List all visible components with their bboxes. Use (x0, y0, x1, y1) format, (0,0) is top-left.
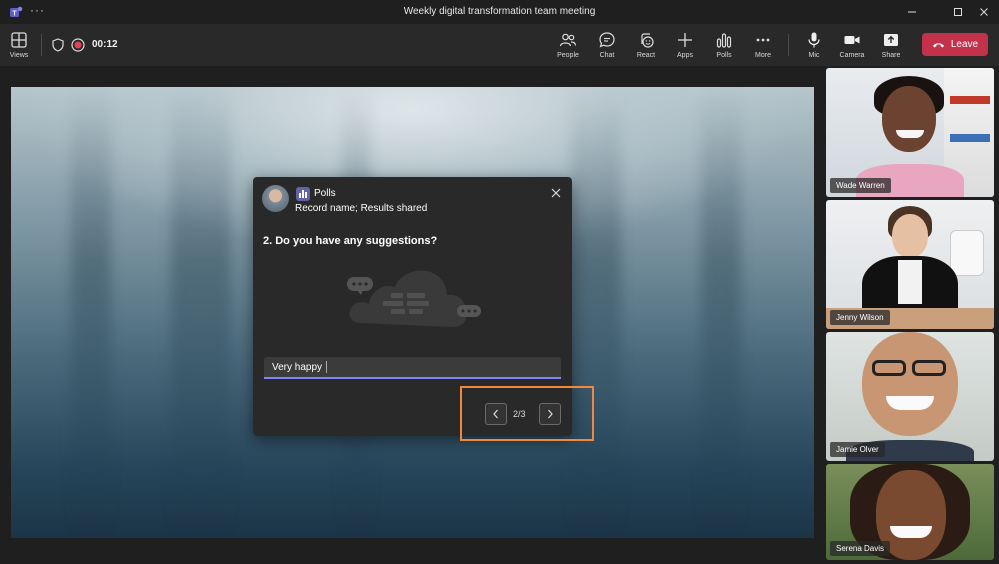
hang-up-icon (932, 42, 944, 47)
views-label: Views (9, 52, 29, 59)
more-icon (756, 38, 770, 42)
mic-label: Mic (808, 52, 820, 59)
participant-name: Jenny Wilson (830, 310, 890, 325)
toolbar-divider (788, 34, 789, 56)
poll-subtitle: Record name; Results shared (295, 203, 428, 214)
participant-tile[interactable]: Jenny Wilson (826, 200, 994, 329)
participant-smile (886, 396, 934, 410)
poll-author-avatar (262, 185, 289, 212)
plus-icon (678, 33, 692, 47)
polls-app-icon (296, 187, 310, 201)
share-label: Share (881, 52, 901, 59)
bookshelf-books (950, 134, 990, 142)
leave-button[interactable]: Leave (922, 33, 988, 56)
microphone-icon (808, 32, 820, 48)
poll-question: 2. Do you have any suggestions? (263, 235, 438, 247)
participant-face (882, 86, 936, 152)
participant-tile[interactable]: Serena Davis (826, 464, 994, 560)
participant-smile (890, 526, 932, 538)
react-label: React (636, 52, 656, 59)
chat-button[interactable]: Chat (589, 28, 625, 62)
close-icon[interactable] (550, 187, 562, 199)
participant-face (862, 332, 958, 436)
people-icon (559, 33, 577, 47)
polls-button[interactable]: Polls (706, 28, 742, 62)
poll-app-name: Polls (314, 188, 336, 199)
polls-label: Polls (716, 52, 732, 59)
chat-label: Chat (599, 52, 615, 59)
text-caret (326, 361, 327, 373)
glasses-icon (912, 360, 946, 376)
meeting-timer: 00:12 (92, 39, 118, 50)
leave-label: Leave (950, 39, 979, 50)
mic-button[interactable]: Mic (796, 28, 832, 62)
chat-icon (599, 32, 615, 48)
window-title: Weekly digital transformation team meeti… (403, 6, 596, 17)
participant-tile[interactable]: Jamie Olver (826, 332, 994, 461)
react-button[interactable]: React (628, 28, 664, 62)
minimize-icon[interactable] (897, 3, 927, 21)
camera-button[interactable]: Camera (834, 28, 870, 62)
suggestion-cloud-illustration (347, 270, 481, 327)
recording-icon (71, 38, 85, 52)
chair-background (950, 230, 984, 276)
apps-label: Apps (677, 52, 693, 59)
meeting-toolbar: Views 00:12 People Chat React Apps Polls… (0, 24, 999, 66)
background-texture (71, 87, 111, 538)
react-icon (641, 33, 654, 48)
pagination-highlight-box (460, 386, 594, 441)
shield-icon[interactable] (51, 38, 65, 52)
participant-shirt (898, 260, 922, 304)
background-texture (571, 87, 621, 538)
background-texture (171, 87, 231, 538)
toolbar-divider (41, 34, 42, 56)
people-button[interactable]: People (550, 28, 586, 62)
participant-tile[interactable]: Wade Warren (826, 68, 994, 197)
glasses-icon (872, 360, 906, 376)
grid-icon (11, 32, 27, 48)
participant-name: Serena Davis (830, 541, 891, 556)
more-label: More (755, 52, 771, 59)
participant-name: Wade Warren (830, 178, 891, 193)
answer-input[interactable]: Very happy (264, 357, 561, 379)
camera-icon (844, 36, 860, 44)
title-bar: T ··· Weekly digital transformation team… (0, 0, 999, 24)
share-icon (884, 34, 898, 46)
participant-smile (896, 130, 924, 138)
background-texture (701, 87, 741, 538)
answer-input-value: Very happy (272, 362, 323, 373)
people-label: People (557, 52, 579, 59)
apps-button[interactable]: Apps (667, 28, 703, 62)
views-button[interactable]: Views (1, 28, 37, 62)
share-button[interactable]: Share (873, 28, 909, 62)
close-window-icon[interactable] (969, 3, 999, 21)
polls-icon (716, 33, 732, 48)
participant-face (892, 214, 928, 258)
camera-label: Camera (839, 52, 865, 59)
participant-name: Jamie Olver (830, 442, 885, 457)
more-button[interactable]: More (745, 28, 781, 62)
bookshelf-books (950, 96, 990, 104)
